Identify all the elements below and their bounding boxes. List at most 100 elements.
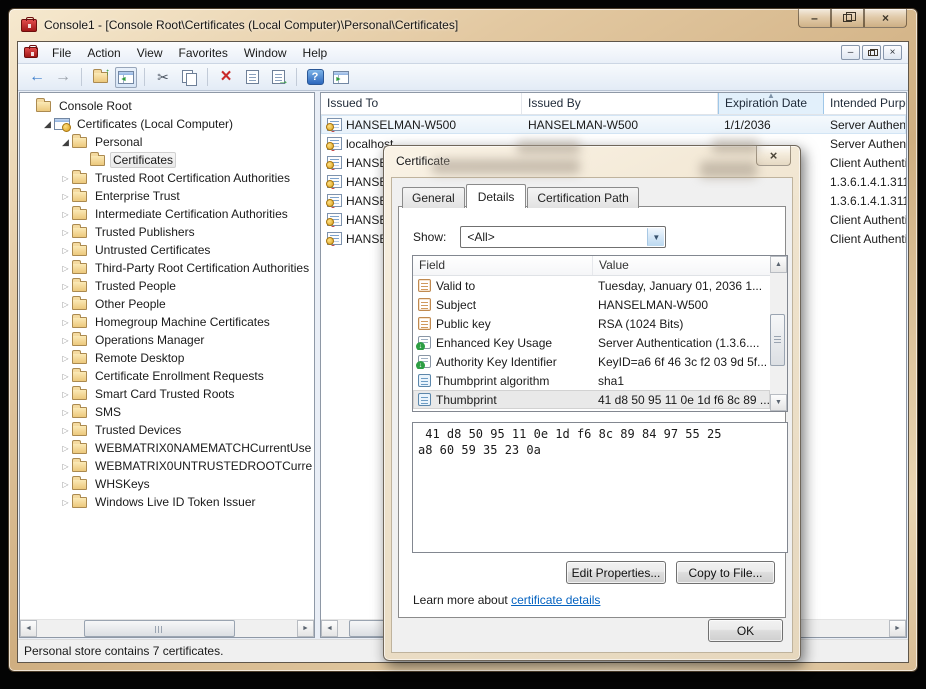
show-window-icon[interactable]: ►	[330, 67, 352, 88]
collapsed-arrow-icon[interactable]: ▷	[60, 282, 71, 291]
minimize-button[interactable]: –	[798, 9, 831, 28]
close-button[interactable]: ×	[864, 9, 907, 28]
tree-item-trusted-root-certification-authorities[interactable]: ▷Trusted Root Certification Authorities	[22, 169, 312, 187]
tree-item-personal[interactable]: ◢Personal	[22, 133, 312, 151]
field-row-enhanced-key-usage[interactable]: Enhanced Key UsageServer Authentication …	[413, 333, 770, 352]
collapsed-arrow-icon[interactable]: ▷	[60, 372, 71, 381]
menu-help[interactable]: Help	[295, 44, 336, 62]
column-header-issued-to[interactable]: Issued To	[321, 93, 522, 114]
tree-item-operations-manager[interactable]: ▷Operations Manager	[22, 331, 312, 349]
expanded-arrow-icon[interactable]: ◢	[60, 137, 71, 148]
child-close-button[interactable]: ×	[883, 45, 902, 60]
menu-file[interactable]: File	[44, 44, 79, 62]
collapsed-arrow-icon[interactable]: ▷	[60, 498, 71, 507]
tree-item-certificates[interactable]: Certificates	[22, 151, 312, 169]
field-row-thumbprint[interactable]: Thumbprint41 d8 50 95 11 0e 1d f6 8c 89 …	[413, 390, 770, 409]
field-row-valid-to[interactable]: Valid toTuesday, January 01, 2036 1...	[413, 276, 770, 295]
tree-item-windows-live-id-token-issuer[interactable]: ▷Windows Live ID Token Issuer	[22, 493, 312, 511]
child-restore-button[interactable]	[862, 45, 881, 60]
export-list-icon[interactable]: →	[267, 67, 289, 88]
dialog-close-button[interactable]: ×	[756, 146, 791, 166]
back-icon[interactable]: ←	[26, 67, 48, 88]
collapsed-arrow-icon[interactable]: ▷	[60, 444, 71, 453]
tab-certification-path[interactable]: Certification Path	[527, 187, 638, 208]
tree-item-certificates-local-computer-[interactable]: ◢Certificates (Local Computer)	[22, 115, 312, 133]
collapsed-arrow-icon[interactable]: ▷	[60, 480, 71, 489]
collapsed-arrow-icon[interactable]: ▷	[60, 354, 71, 363]
collapsed-arrow-icon[interactable]: ▷	[60, 210, 71, 219]
tree-item-smart-card-trusted-roots[interactable]: ▷Smart Card Trusted Roots	[22, 385, 312, 403]
tree-item-trusted-people[interactable]: ▷Trusted People	[22, 277, 312, 295]
tree-item-other-people[interactable]: ▷Other People	[22, 295, 312, 313]
tree-item-certificate-enrollment-requests[interactable]: ▷Certificate Enrollment Requests	[22, 367, 312, 385]
tree-item-whskeys[interactable]: ▷WHSKeys	[22, 475, 312, 493]
tab-details[interactable]: Details	[466, 184, 527, 208]
column-header-intended-purpose[interactable]: Intended Purpose	[824, 93, 907, 114]
tab-general[interactable]: General	[402, 187, 465, 208]
cut-icon[interactable]: ✂	[152, 67, 174, 88]
show-dropdown[interactable]: <All> ▼	[460, 226, 666, 248]
chevron-down-icon[interactable]: ▼	[647, 228, 664, 246]
collapsed-arrow-icon[interactable]: ▷	[60, 408, 71, 417]
tree-horizontal-scrollbar[interactable]: ◄ ►	[20, 619, 314, 637]
ok-button[interactable]: OK	[708, 619, 783, 642]
tree-item-trusted-publishers[interactable]: ▷Trusted Publishers	[22, 223, 312, 241]
collapsed-arrow-icon[interactable]: ▷	[60, 462, 71, 471]
field-row-subject[interactable]: SubjectHANSELMAN-W500	[413, 295, 770, 314]
help-icon[interactable]: ?	[304, 67, 326, 88]
column-header-expiration-date[interactable]: ▲Expiration Date	[718, 93, 824, 114]
scroll-thumb[interactable]	[84, 620, 235, 637]
menu-window[interactable]: Window	[236, 44, 295, 62]
scroll-up-icon[interactable]: ▲	[770, 256, 787, 273]
collapsed-arrow-icon[interactable]: ▷	[60, 390, 71, 399]
scroll-track[interactable]	[770, 273, 787, 394]
collapsed-arrow-icon[interactable]: ▷	[60, 318, 71, 327]
collapsed-arrow-icon[interactable]: ▷	[60, 264, 71, 273]
collapsed-arrow-icon[interactable]: ▷	[60, 300, 71, 309]
copy-to-file-button[interactable]: Copy to File...	[676, 561, 775, 584]
tree-item-third-party-root-certification-authorities[interactable]: ▷Third-Party Root Certification Authorit…	[22, 259, 312, 277]
tree-item-webmatrix0untrustedrootcurrentuser[interactable]: ▷WEBMATRIX0UNTRUSTEDROOTCurrentUser	[22, 457, 312, 475]
scroll-right-icon[interactable]: ►	[889, 620, 906, 637]
field-column-header-field[interactable]: Field	[413, 256, 593, 275]
collapsed-arrow-icon[interactable]: ▷	[60, 336, 71, 345]
title-bar[interactable]: Console1 - [Console Root\Certificates (L…	[9, 9, 917, 41]
properties-icon[interactable]	[241, 67, 263, 88]
expanded-arrow-icon[interactable]: ◢	[42, 119, 53, 130]
field-list-scrollbar[interactable]: ▲ ▼	[770, 256, 787, 411]
scroll-right-icon[interactable]: ►	[297, 620, 314, 637]
delete-icon[interactable]: ×	[215, 67, 237, 88]
tree-item-trusted-devices[interactable]: ▷Trusted Devices	[22, 421, 312, 439]
forward-icon[interactable]: →	[52, 67, 74, 88]
collapsed-arrow-icon[interactable]: ▷	[60, 174, 71, 183]
scroll-down-icon[interactable]: ▼	[770, 394, 787, 411]
edit-properties-button[interactable]: Edit Properties...	[566, 561, 666, 584]
tree-item-console-root[interactable]: Console Root	[22, 97, 312, 115]
tree-item-remote-desktop[interactable]: ▷Remote Desktop	[22, 349, 312, 367]
collapsed-arrow-icon[interactable]: ▷	[60, 228, 71, 237]
copy-icon[interactable]	[178, 67, 200, 88]
up-one-level-icon[interactable]: ↑	[89, 67, 111, 88]
column-header-issued-by[interactable]: Issued By	[522, 93, 718, 114]
certificate-row[interactable]: HANSELMAN-W500HANSELMAN-W5001/1/2036Serv…	[321, 115, 906, 134]
menu-view[interactable]: View	[129, 44, 171, 62]
field-column-header-value[interactable]: Value	[593, 256, 772, 275]
restore-button[interactable]	[831, 9, 864, 28]
field-row-public-key[interactable]: Public keyRSA (1024 Bits)	[413, 314, 770, 333]
scroll-track[interactable]	[37, 620, 297, 637]
collapsed-arrow-icon[interactable]: ▷	[60, 426, 71, 435]
menu-favorites[interactable]: Favorites	[171, 44, 236, 62]
child-minimize-button[interactable]: –	[841, 45, 860, 60]
scroll-left-icon[interactable]: ◄	[20, 620, 37, 637]
field-row-thumbprint-algorithm[interactable]: Thumbprint algorithmsha1	[413, 371, 770, 390]
thumbprint-hex-view[interactable]: 41 d8 50 95 11 0e 1d f6 8c 89 84 97 55 2…	[412, 422, 788, 553]
scroll-left-icon[interactable]: ◄	[321, 620, 338, 637]
tree-item-webmatrix0namematchcurrentuser[interactable]: ▷WEBMATRIX0NAMEMATCHCurrentUser	[22, 439, 312, 457]
show-console-tree-icon[interactable]: ◄	[115, 67, 137, 88]
collapsed-arrow-icon[interactable]: ▷	[60, 246, 71, 255]
tree-item-sms[interactable]: ▷SMS	[22, 403, 312, 421]
tree-item-intermediate-certification-authorities[interactable]: ▷Intermediate Certification Authorities	[22, 205, 312, 223]
field-row-authority-key-identifier[interactable]: Authority Key IdentifierKeyID=a6 6f 46 3…	[413, 352, 770, 371]
collapsed-arrow-icon[interactable]: ▷	[60, 192, 71, 201]
scroll-thumb[interactable]	[770, 314, 785, 366]
